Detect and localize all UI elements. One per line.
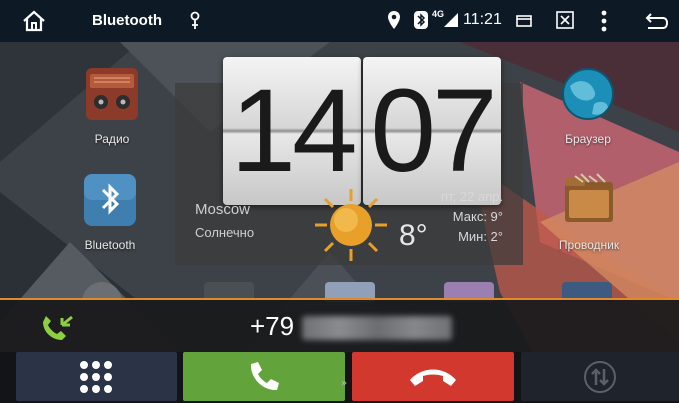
app-bluetooth[interactable]: Bluetooth	[60, 172, 160, 252]
file-manager-icon	[565, 173, 613, 222]
weather-city: Moscow	[195, 201, 251, 218]
caller-number-redacted	[302, 316, 452, 340]
clock-hours: 14	[230, 65, 357, 197]
radio-icon	[86, 68, 138, 120]
location-icon	[388, 11, 400, 29]
app-label: Браузер	[565, 132, 611, 146]
weather-date: пт, 22 апр.	[441, 189, 503, 204]
status-time: 11:21	[463, 11, 502, 28]
reject-call-button[interactable]	[352, 352, 514, 401]
weather-condition: Солнечно	[195, 225, 255, 240]
phone-hangup-icon	[410, 369, 456, 386]
bluetooth-status-icon	[414, 11, 428, 29]
app-title: Bluetooth	[92, 12, 162, 29]
clock-weather-widget[interactable]: 14 07 Moscow Солнечно 8° пт, 22 апр. Мак…	[175, 57, 523, 265]
incoming-call-bar: +79	[0, 298, 679, 354]
clock-hours-card: 14	[223, 57, 361, 205]
chevron-icon: »	[341, 378, 348, 389]
answer-call-button[interactable]	[183, 352, 345, 401]
back-icon[interactable]	[645, 12, 669, 30]
transfer-icon	[584, 361, 616, 393]
status-bar: Bluetooth 4G 11:21	[0, 0, 679, 42]
clock-minutes-card: 07	[363, 57, 501, 205]
signal-icon	[444, 13, 458, 27]
weather-max: Макс: 9°	[452, 209, 503, 224]
transfer-audio-button[interactable]	[521, 352, 679, 401]
keypad-button[interactable]	[16, 352, 177, 401]
app-browser[interactable]: Браузер	[538, 66, 638, 146]
caller-number: +79	[250, 311, 295, 341]
app-label: Bluetooth	[84, 238, 136, 252]
browser-icon	[562, 68, 614, 120]
weather-temperature: 8°	[399, 219, 428, 252]
home-icon[interactable]	[22, 10, 46, 32]
app-file-manager[interactable]: Проводник	[539, 172, 639, 252]
screenshot-icon[interactable]	[556, 11, 574, 29]
usb-icon	[190, 11, 200, 29]
overflow-menu-icon[interactable]	[600, 10, 608, 32]
app-label: Радио	[94, 132, 130, 146]
window-icon[interactable]	[516, 15, 532, 27]
keypad-icon	[80, 361, 112, 393]
call-action-row	[0, 352, 679, 403]
sun-icon	[315, 189, 387, 261]
bluetooth-app-icon	[84, 174, 136, 226]
clock-minutes: 07	[370, 65, 497, 197]
phone-answer-icon	[250, 362, 279, 391]
network-type: 4G	[432, 9, 445, 19]
app-label: Проводник	[558, 238, 620, 252]
weather-min: Мин: 2°	[458, 229, 503, 244]
incoming-call-icon	[43, 315, 73, 340]
app-radio[interactable]: Радио	[62, 66, 162, 146]
